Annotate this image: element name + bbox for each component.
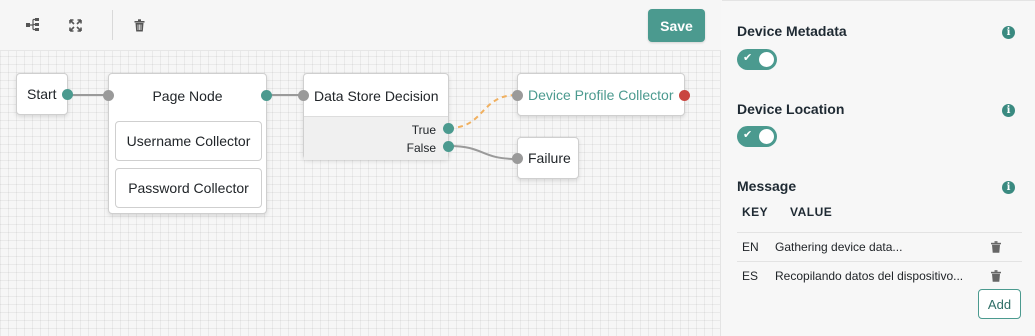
message-label: Message xyxy=(737,178,797,194)
table-row: EN Gathering device data... xyxy=(737,232,1022,260)
tree-layout-icon[interactable] xyxy=(24,16,42,34)
toggle-knob xyxy=(759,129,774,144)
decision-outcomes: True False xyxy=(304,116,448,160)
outcome-true-label: True xyxy=(411,123,436,137)
page-node-output-port[interactable] xyxy=(261,90,272,101)
failure-node-label: Failure xyxy=(528,150,571,166)
device-profile-input-port[interactable] xyxy=(512,90,523,101)
row-key: EN xyxy=(742,240,759,254)
outcome-true-port[interactable] xyxy=(443,123,454,134)
column-header-key: KEY xyxy=(742,205,769,219)
info-icon[interactable]: i xyxy=(1002,26,1015,39)
username-collector-node[interactable]: Username Collector xyxy=(115,121,262,161)
decision-node-title: Data Store Decision xyxy=(314,87,439,104)
row-key: ES xyxy=(742,269,759,283)
trash-icon[interactable] xyxy=(991,270,1003,283)
row-value[interactable]: Gathering device data... xyxy=(775,240,980,254)
page-node[interactable]: Page Node Username Collector Password Co… xyxy=(103,73,272,214)
failure-node[interactable]: Failure xyxy=(512,137,579,179)
add-message-button[interactable]: Add xyxy=(978,289,1021,319)
device-location-toggle[interactable]: ✔ xyxy=(737,126,777,147)
device-metadata-label: Device Metadata xyxy=(737,23,847,39)
device-profile-collector-label: Device Profile Collector xyxy=(528,86,674,103)
trash-icon[interactable] xyxy=(130,16,148,34)
password-collector-node[interactable]: Password Collector xyxy=(115,168,262,208)
device-profile-collector-node[interactable]: Device Profile Collector xyxy=(512,73,690,116)
table-row: ES Recopilando datos del dispositivo... xyxy=(737,261,1022,289)
device-location-label: Device Location xyxy=(737,101,845,117)
page-node-title: Page Node xyxy=(152,87,223,104)
start-node-label: Start xyxy=(27,86,57,102)
device-profile-output-port[interactable] xyxy=(679,90,690,101)
outcome-false-label: False xyxy=(406,141,436,155)
check-icon: ✔ xyxy=(743,129,753,141)
toolbar-divider xyxy=(112,10,113,40)
page-node-input-port[interactable] xyxy=(103,90,114,101)
device-metadata-toggle[interactable]: ✔ xyxy=(737,49,777,70)
save-button[interactable]: Save xyxy=(648,9,705,42)
fullscreen-icon[interactable] xyxy=(66,16,84,34)
start-node[interactable]: Start xyxy=(16,73,73,115)
info-icon[interactable]: i xyxy=(1002,181,1015,194)
outcome-false-port[interactable] xyxy=(443,141,454,152)
failure-input-port[interactable] xyxy=(512,153,523,164)
canvas-toolbar: Save xyxy=(0,0,721,51)
info-icon[interactable]: i xyxy=(1002,104,1015,117)
row-value[interactable]: Recopilando datos del dispositivo... xyxy=(775,269,980,283)
data-store-decision-node[interactable]: Data Store Decision True False xyxy=(298,73,454,160)
panel-top-border xyxy=(722,0,1035,1)
start-output-port[interactable] xyxy=(62,89,73,100)
trash-icon[interactable] xyxy=(991,241,1003,254)
column-header-value: VALUE xyxy=(790,205,833,219)
check-icon: ✔ xyxy=(743,52,753,64)
decision-input-port[interactable] xyxy=(298,90,309,101)
toggle-knob xyxy=(759,52,774,67)
